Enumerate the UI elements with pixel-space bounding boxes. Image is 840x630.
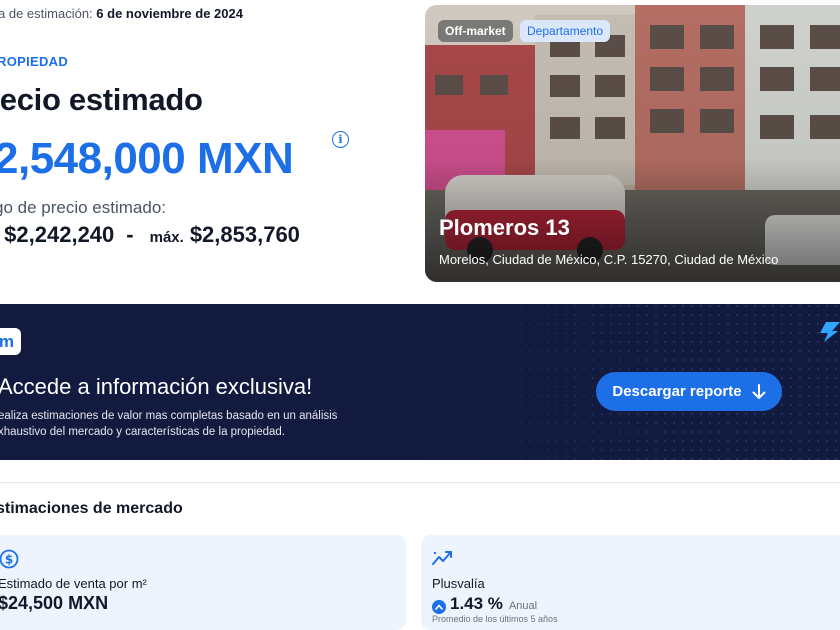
download-report-button[interactable]: Descargar reporte: [596, 372, 782, 411]
appreciation-value-row: 1.43 % Anual: [432, 594, 537, 614]
estimated-price: 2,548,000 MXN: [0, 134, 294, 183]
brand-logo: m: [0, 328, 21, 355]
price-range: . $2,242,240 - máx. $2,853,760: [0, 222, 300, 248]
premium-banner: m Accede a información exclusiva! ealiza…: [0, 304, 840, 460]
property-name: Plomeros 13: [439, 215, 570, 240]
banner-description-line: xhaustivo del mercado y características …: [0, 426, 286, 438]
sale-per-m2-label: Estimado de venta por m²: [0, 576, 147, 591]
svg-text:$: $: [5, 553, 13, 567]
min-price: $2,242,240: [4, 222, 115, 247]
estimation-date-label: a de estimación:: [0, 6, 93, 21]
section-divider: [0, 482, 840, 483]
badge-off-market: Off-market: [438, 20, 513, 42]
dollar-circle-icon: $: [0, 549, 19, 569]
appreciation-value: 1.43 %: [450, 594, 503, 613]
appreciation-note: Promedio de los últimos 5 años: [432, 614, 558, 624]
appreciation-label: Plusvalía: [432, 576, 485, 591]
appreciation-card: Plusvalía 1.43 % Anual Promedio de los ú…: [421, 535, 840, 630]
info-icon[interactable]: i: [332, 131, 349, 148]
estimation-date-value: 6 de noviembre de 2024: [96, 6, 243, 21]
bolt-icon: [820, 322, 840, 342]
download-report-label: Descargar reporte: [612, 383, 742, 400]
arrow-down-icon: [752, 383, 766, 399]
section-tag: ROPIEDAD: [0, 54, 69, 69]
market-estimates-title: stimaciones de mercado: [0, 500, 183, 517]
sale-per-m2-card: $ Estimado de venta por m² $24,500 MXN: [0, 535, 406, 630]
badge-property-type: Departamento: [520, 20, 611, 42]
trend-up-icon: [432, 551, 452, 565]
max-price: $2,853,760: [189, 222, 300, 247]
appreciation-unit: Anual: [508, 600, 538, 612]
range-separator: -: [126, 222, 134, 247]
property-card[interactable]: Off-market Departamento Plomeros 13 More…: [425, 5, 840, 282]
price-title: recio estimado: [0, 82, 203, 117]
price-range-label: go de precio estimado:: [0, 198, 166, 217]
max-label: máx.: [149, 229, 184, 246]
banner-description: ealiza estimaciones de valor mas complet…: [0, 408, 337, 440]
property-address: Morelos, Ciudad de México, C.P. 15270, C…: [439, 252, 779, 267]
arrow-up-icon: [432, 600, 446, 614]
banner-title: Accede a información exclusiva!: [0, 374, 313, 399]
estimation-date-line: a de estimación: 6 de noviembre de 2024: [0, 6, 243, 21]
banner-description-line: ealiza estimaciones de valor mas complet…: [0, 410, 338, 422]
sale-per-m2-value: $24,500 MXN: [0, 593, 109, 613]
